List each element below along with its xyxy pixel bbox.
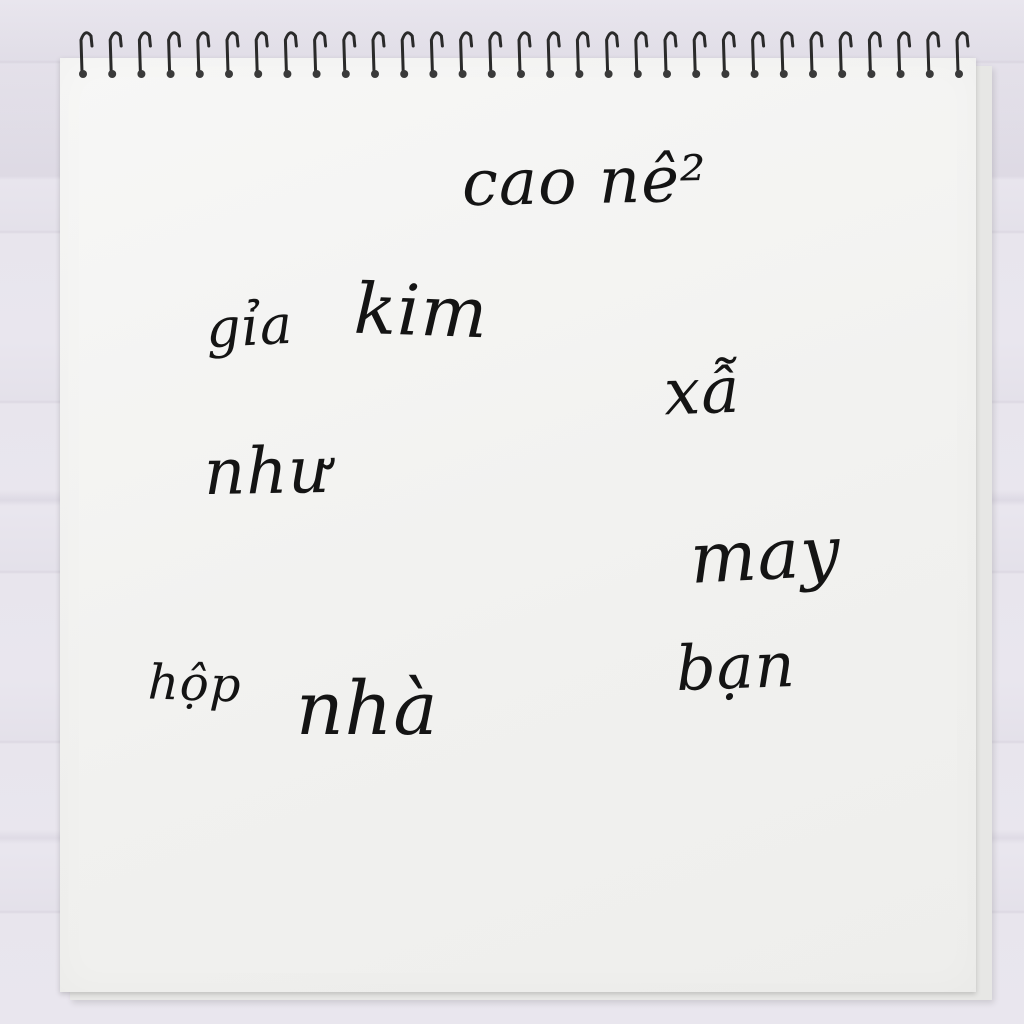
spiral-hole (429, 70, 438, 78)
spiral-ring (867, 31, 882, 74)
spiral-ring (225, 31, 240, 74)
spiral-hole (955, 70, 963, 78)
spiral-hole (312, 70, 321, 78)
spiral-ring (517, 31, 532, 74)
spiral-ring (838, 31, 853, 74)
spiral-hole (137, 70, 146, 78)
spiral-hole (779, 70, 788, 78)
spiral-hole (371, 70, 379, 78)
spiral-ring (283, 31, 298, 74)
spiral-hole (546, 70, 555, 78)
spiral-ring (137, 31, 152, 74)
spiral-hole (750, 70, 759, 78)
spiral-ring (663, 31, 678, 74)
spiral-hole (692, 70, 701, 78)
spiral-hole (225, 70, 233, 78)
spiral-hole (341, 70, 350, 78)
spiral-hole (633, 70, 642, 78)
spiral-hole (867, 70, 876, 78)
spiral-ring (575, 31, 590, 74)
spiral-ring (313, 31, 328, 74)
spiral-hole (79, 70, 87, 78)
spiral-ring (634, 31, 649, 74)
spiral-hole (721, 70, 730, 78)
spiral-hole (166, 70, 175, 78)
spiral-ring (342, 31, 357, 74)
spiral-hole (283, 70, 292, 78)
spiral-ring (196, 31, 211, 74)
spiral-hole (400, 70, 409, 78)
spiral-ring (605, 31, 620, 74)
spiral-ring (459, 31, 474, 74)
spiral-hole (896, 70, 905, 78)
spiral-ring (429, 31, 444, 74)
spiral-hole (809, 70, 817, 78)
spiral-ring (167, 31, 182, 74)
spiral-hole (458, 70, 467, 78)
spiral-ring (721, 31, 736, 74)
spiral-hole (487, 70, 496, 78)
spiral-ring (692, 31, 707, 74)
notepad-page (60, 58, 976, 992)
spiral-hole (254, 70, 263, 78)
spiral-ring (955, 31, 970, 74)
spiral-ring (254, 31, 269, 74)
spiral-hole (663, 70, 671, 78)
spiral-ring (809, 31, 824, 74)
spiral-hole (604, 70, 613, 78)
spiral-hole (575, 70, 584, 78)
spiral-hole (838, 70, 847, 78)
spiral-binding (79, 31, 970, 78)
spiral-ring (897, 31, 912, 74)
spiral-hole (517, 70, 525, 78)
spiral-ring (546, 31, 561, 74)
spiral-ring (79, 31, 94, 74)
spiral-ring (400, 31, 415, 74)
spiral-ring (780, 31, 795, 74)
spiral-hole (108, 70, 117, 78)
spiral-ring (488, 31, 503, 74)
spiral-ring (371, 31, 386, 74)
spiral-hole (925, 70, 934, 78)
spiral-ring (926, 31, 941, 74)
spiral-ring (751, 31, 766, 74)
spiral-hole (195, 70, 204, 78)
spiral-ring (108, 31, 123, 74)
